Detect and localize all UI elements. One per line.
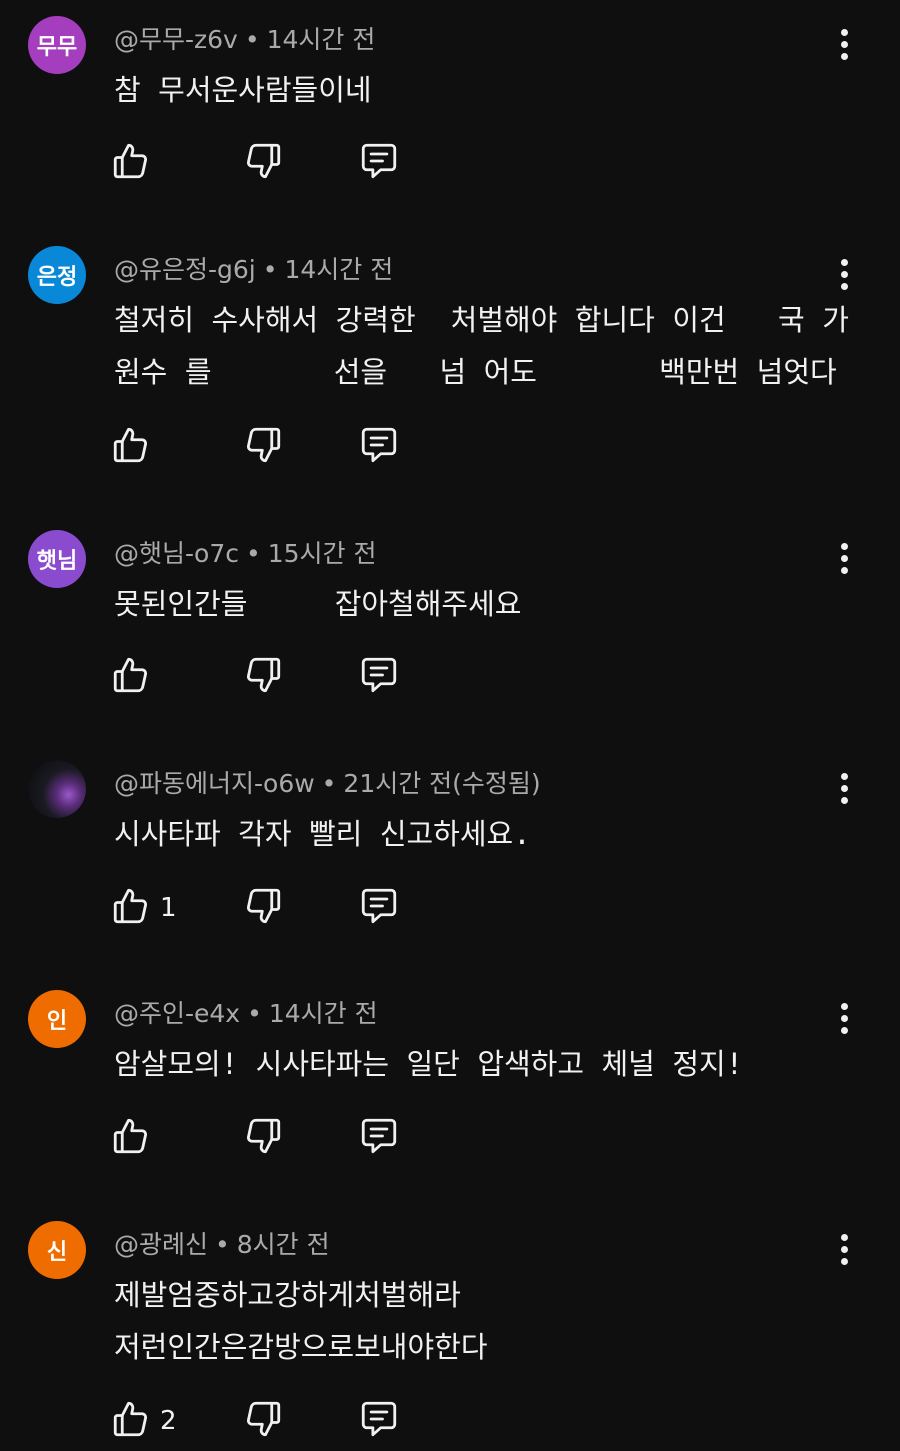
thumbs-down-icon <box>242 1398 284 1444</box>
like-button[interactable] <box>110 654 152 700</box>
comment-meta: @주인-e4x • 14시간 전 <box>114 994 378 1030</box>
dislike-button[interactable] <box>242 424 284 470</box>
comment-time[interactable]: 14시간 전 <box>267 25 376 54</box>
avatar-initials: 은정 <box>36 265 78 290</box>
dislike-button[interactable] <box>242 1398 284 1444</box>
thumbs-up-icon <box>110 885 152 931</box>
reply-button[interactable] <box>358 1398 400 1444</box>
reply-button[interactable] <box>358 885 400 931</box>
reply-button[interactable] <box>358 424 400 470</box>
reply-button[interactable] <box>358 140 400 186</box>
comment-meta: @햇님-o7c • 15시간 전 <box>114 534 376 570</box>
avatar[interactable] <box>28 760 86 818</box>
comment-text: 철저히 수사해서 강력한 처벌해야 합니다 이건 국 가 원수 를 선을 넘 어… <box>114 303 849 389</box>
thumbs-down-icon <box>242 1115 284 1161</box>
comment-actions <box>110 424 430 470</box>
thumbs-up-icon <box>110 654 152 700</box>
author-handle[interactable]: @무무-z6v <box>114 25 238 54</box>
separator-dot: • <box>244 25 260 54</box>
thumbs-down-icon <box>242 654 284 700</box>
like-button[interactable]: 1 <box>110 885 177 931</box>
more-vert-icon[interactable] <box>826 536 862 580</box>
comment-time[interactable]: 14시간 전 <box>269 999 378 1028</box>
reply-icon <box>358 424 400 470</box>
comment-meta: @유은정-g6j • 14시간 전 <box>114 250 393 286</box>
avatar-initials: 인 <box>46 1009 68 1034</box>
thumbs-up-icon <box>110 140 152 186</box>
author-handle[interactable]: @유은정-g6j <box>114 255 256 284</box>
dislike-button[interactable] <box>242 885 284 931</box>
separator-dot: • <box>215 1230 230 1259</box>
comment-text: 제발엄중하고강하게처벌해라 저런인간은감방으로보내야한다 <box>114 1278 488 1364</box>
thumbs-up-icon <box>110 424 152 470</box>
thumbs-down-icon <box>242 424 284 470</box>
like-button[interactable] <box>110 424 152 470</box>
avatar-initials: 신 <box>46 1240 68 1265</box>
author-handle[interactable]: @햇님-o7c <box>114 539 239 568</box>
dislike-button[interactable] <box>242 140 284 186</box>
more-vert-icon[interactable] <box>826 996 862 1040</box>
reply-icon <box>358 140 400 186</box>
comment-meta: @무무-z6v • 14시간 전 <box>114 20 375 56</box>
thumbs-down-icon <box>242 140 284 186</box>
more-vert-icon[interactable] <box>826 1227 862 1271</box>
comment-text: 시사타파 각자 빨리 신고하세요. <box>114 817 531 851</box>
dislike-button[interactable] <box>242 654 284 700</box>
dislike-button[interactable] <box>242 1115 284 1161</box>
more-vert-icon[interactable] <box>826 252 862 296</box>
like-count: 1 <box>160 893 177 923</box>
reply-button[interactable] <box>358 654 400 700</box>
reply-icon <box>358 654 400 700</box>
comment-actions <box>110 1115 430 1161</box>
author-handle[interactable]: @광례신 <box>114 1230 208 1259</box>
avatar-initials: 무무 <box>36 35 78 60</box>
author-handle[interactable]: @주인-e4x <box>114 999 240 1028</box>
comment-actions <box>110 140 430 186</box>
comment-meta: @광례신 • 8시간 전 <box>114 1225 330 1261</box>
comment-time[interactable]: 8시간 전 <box>237 1230 330 1259</box>
separator-dot: • <box>321 769 337 798</box>
comment-actions: 1 <box>110 885 430 931</box>
comment-time[interactable]: 21시간 전(수정됨) <box>343 769 540 798</box>
separator-dot: • <box>245 539 261 568</box>
comment-text: 못된인간들 잡아철해주세요 <box>114 587 522 621</box>
thumbs-up-icon <box>110 1115 152 1161</box>
reply-icon <box>358 885 400 931</box>
comment-time[interactable]: 14시간 전 <box>285 255 394 284</box>
thumbs-down-icon <box>242 885 284 931</box>
comment-meta: @파동에너지-o6w • 21시간 전(수정됨) <box>114 764 541 800</box>
separator-dot: • <box>247 999 262 1028</box>
comment-actions <box>110 654 430 700</box>
reply-button[interactable] <box>358 1115 400 1161</box>
comment-text: 암살모의! 시사타파는 일단 압색하고 체널 정지! <box>114 1047 744 1081</box>
like-button[interactable] <box>110 140 152 186</box>
comment-time[interactable]: 15시간 전 <box>268 539 377 568</box>
comment-actions: 2 <box>110 1398 430 1444</box>
more-vert-icon[interactable] <box>826 22 862 66</box>
avatar[interactable]: 신 <box>28 1221 86 1279</box>
more-vert-icon[interactable] <box>826 766 862 810</box>
avatar[interactable]: 무무 <box>28 16 86 74</box>
avatar[interactable]: 햇님 <box>28 530 86 588</box>
author-handle[interactable]: @파동에너지-o6w <box>114 769 315 798</box>
like-button[interactable] <box>110 1115 152 1161</box>
avatar-initials: 햇님 <box>36 549 78 574</box>
reply-icon <box>358 1115 400 1161</box>
like-count: 2 <box>160 1406 177 1436</box>
like-button[interactable]: 2 <box>110 1398 177 1444</box>
avatar[interactable]: 은정 <box>28 246 86 304</box>
thumbs-up-icon <box>110 1398 152 1444</box>
reply-icon <box>358 1398 400 1444</box>
avatar[interactable]: 인 <box>28 990 86 1048</box>
separator-dot: • <box>262 255 278 284</box>
comment-text: 참 무서운사람들이네 <box>114 73 372 107</box>
